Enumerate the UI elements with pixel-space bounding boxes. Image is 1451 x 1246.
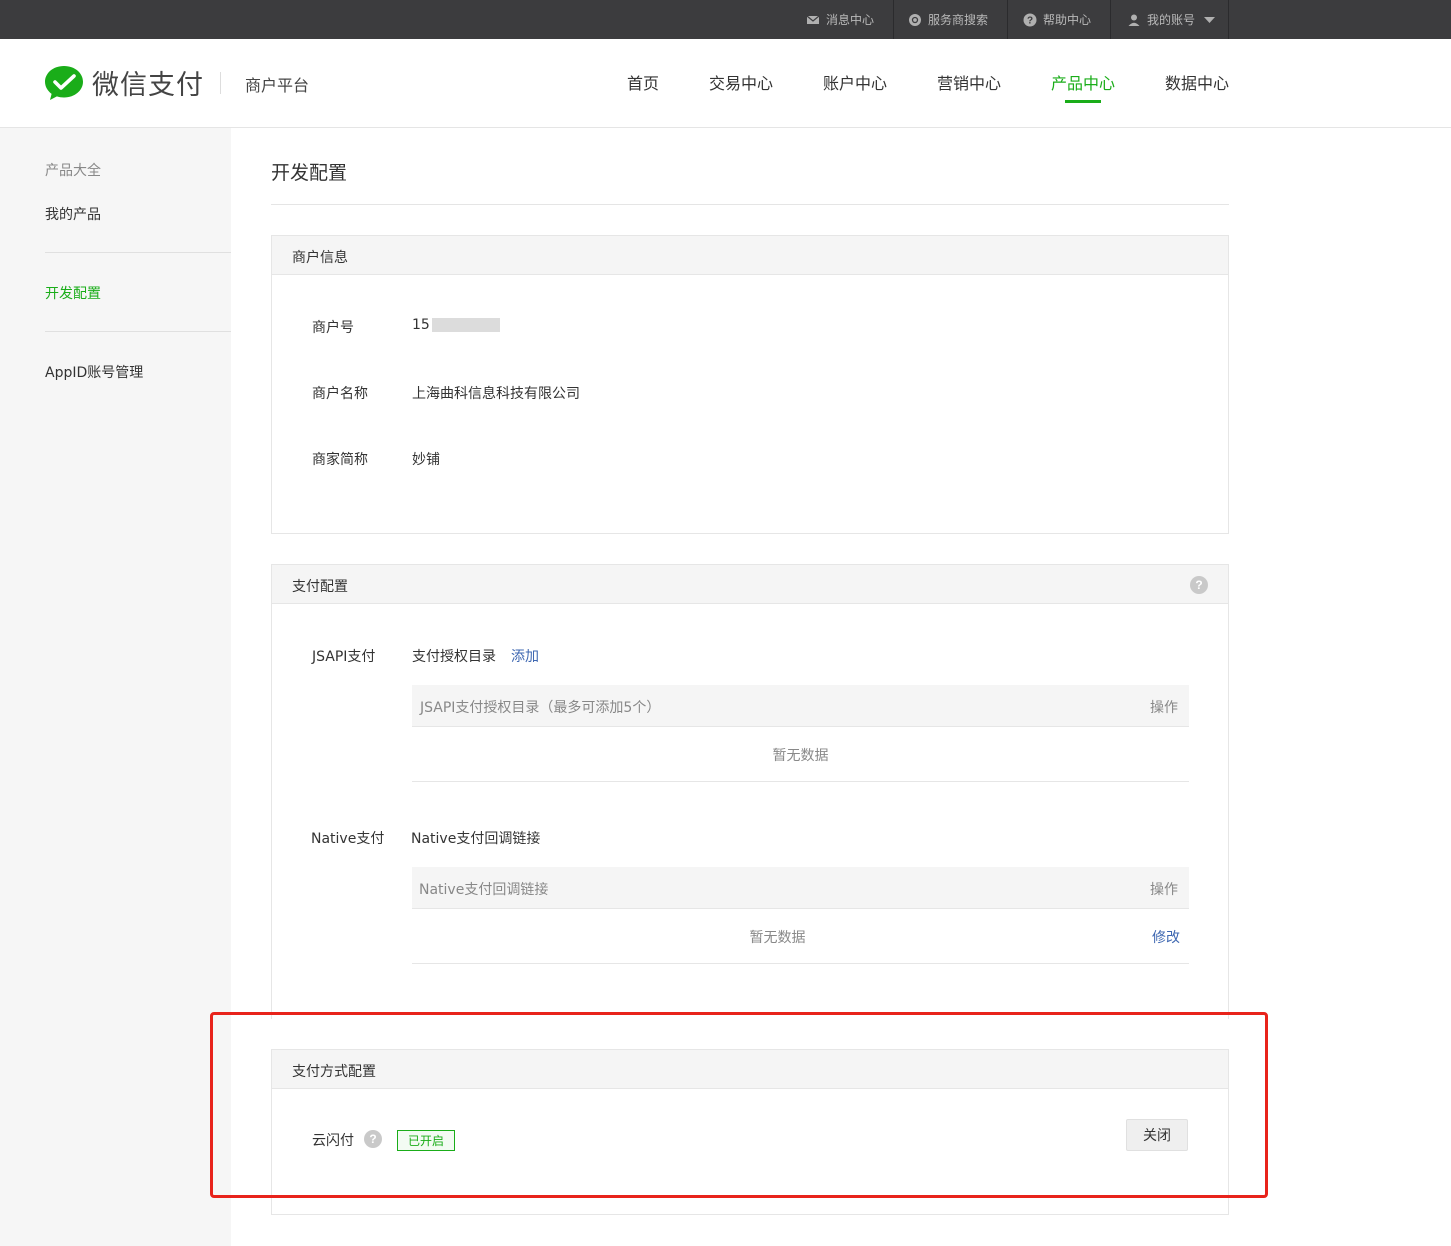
nav-active-indicator: [1065, 100, 1101, 103]
brand-subtitle: 商户平台: [245, 76, 310, 95]
jsapi-table-row: 暂无数据: [412, 727, 1189, 782]
topbar-provider-search[interactable]: 服务商搜索: [908, 0, 988, 39]
pay-method-config-title: 支付方式配置: [292, 1064, 376, 1080]
merchant-id-value: 15: [412, 317, 500, 333]
nav-product-center[interactable]: 产品中心: [1051, 70, 1115, 94]
help-icon: ?: [1023, 13, 1037, 26]
sidebar-divider: [45, 331, 231, 332]
topbar-messages-label: 消息中心: [826, 13, 875, 27]
native-label: Native支付: [311, 831, 385, 847]
payment-config-panel: 支付配置 ? JSAPI支付 支付授权目录 添加 JSAPI支付授权目录（最多可…: [271, 564, 1229, 1019]
brand-divider: [220, 72, 221, 94]
nav-trade-center[interactable]: 交易中心: [709, 70, 773, 94]
native-callback-label: Native支付回调链接: [411, 831, 541, 847]
merchant-id-label: 商户号: [312, 320, 354, 336]
jsapi-table-col-dir: JSAPI支付授权目录（最多可添加5个）: [420, 700, 661, 716]
nav-account-center[interactable]: 账户中心: [823, 70, 887, 94]
sidebar-item-appid-management[interactable]: AppID账号管理: [45, 362, 143, 382]
topbar-divider: [1007, 0, 1008, 39]
top-bar: 消息中心 服务商搜索 ? 帮助中心 我的账号: [0, 0, 1451, 39]
nav-data-center[interactable]: 数据中心: [1165, 70, 1229, 94]
mail-icon: [806, 15, 820, 24]
pay-method-config-header: 支付方式配置: [272, 1050, 1228, 1089]
topbar-divider: [893, 0, 894, 39]
merchant-info-title: 商户信息: [292, 250, 348, 266]
topbar-account[interactable]: 我的账号: [1127, 0, 1216, 39]
status-badge: 已开启: [397, 1130, 456, 1151]
jsapi-add-link[interactable]: 添加: [511, 646, 539, 666]
title-divider: [271, 204, 1229, 205]
svg-text:?: ?: [1027, 15, 1033, 26]
jsapi-table-header: JSAPI支付授权目录（最多可添加5个） 操作: [412, 685, 1189, 727]
merchant-short-name-value: 妙铺: [412, 452, 440, 468]
merchant-name-value: 上海曲科信息科技有限公司: [412, 386, 580, 402]
jsapi-label: JSAPI支付: [312, 649, 376, 665]
topbar-help-label: 帮助中心: [1043, 13, 1092, 27]
merchant-id-mask: [431, 318, 500, 332]
help-icon[interactable]: ?: [1190, 576, 1208, 594]
merchant-id-text: 15: [412, 317, 430, 333]
user-icon: [1128, 14, 1140, 26]
native-table-col-url: Native支付回调链接: [419, 882, 549, 898]
brand-name: 微信支付: [92, 70, 204, 101]
chevron-down-icon: [1204, 16, 1216, 23]
merchant-name-label: 商户名称: [312, 386, 368, 402]
sidebar-item-dev-config[interactable]: 开发配置: [45, 283, 101, 303]
topbar-help[interactable]: ? 帮助中心: [1023, 0, 1091, 39]
jsapi-empty-text: 暂无数据: [772, 748, 829, 764]
help-icon[interactable]: ?: [364, 1130, 382, 1148]
nav-marketing-center[interactable]: 营销中心: [937, 70, 1001, 94]
search-icon: [909, 13, 921, 26]
native-edit-link[interactable]: 修改: [1152, 927, 1180, 947]
merchant-short-name-label: 商家简称: [312, 452, 368, 468]
close-button[interactable]: 关闭: [1126, 1119, 1188, 1151]
page-title: 开发配置: [271, 162, 348, 184]
topbar-account-label: 我的账号: [1147, 13, 1196, 27]
sidebar-divider: [45, 252, 231, 253]
native-table-header: Native支付回调链接 操作: [412, 867, 1189, 909]
nav-home[interactable]: 首页: [627, 70, 659, 94]
payment-config-title: 支付配置: [292, 579, 348, 595]
sidebar-item-my-products[interactable]: 我的产品: [45, 204, 101, 224]
merchant-info-panel: 商户信息 商户号 15 商户名称 上海曲科信息科技有限公司 商家简称 妙铺: [271, 235, 1229, 534]
topbar-divider: [1228, 0, 1229, 39]
topbar-messages[interactable]: 消息中心: [806, 0, 874, 39]
topbar-provider-search-label: 服务商搜索: [928, 13, 989, 27]
wechat-pay-logo-icon: [45, 66, 83, 100]
unionpay-label: 云闪付: [312, 1133, 354, 1149]
pay-method-config-panel: 支付方式配置 云闪付 ? 已开启 关闭: [271, 1049, 1229, 1215]
sidebar-item-product-catalog[interactable]: 产品大全: [45, 160, 101, 180]
sidebar: 产品大全 我的产品 开发配置 AppID账号管理: [0, 128, 231, 1246]
jsapi-table-col-op: 操作: [1150, 700, 1178, 716]
topbar-divider: [1110, 0, 1111, 39]
native-table-row: 暂无数据 修改: [412, 909, 1189, 964]
native-empty-text: 暂无数据: [749, 930, 806, 946]
merchant-info-header: 商户信息: [272, 236, 1228, 275]
main-header: 微信支付 商户平台 首页 交易中心 账户中心 营销中心 产品中心 数据中心: [0, 39, 1451, 128]
native-table-col-op: 操作: [1150, 882, 1178, 898]
jsapi-auth-dir-label: 支付授权目录: [412, 649, 496, 665]
payment-config-header: 支付配置 ?: [272, 565, 1228, 604]
